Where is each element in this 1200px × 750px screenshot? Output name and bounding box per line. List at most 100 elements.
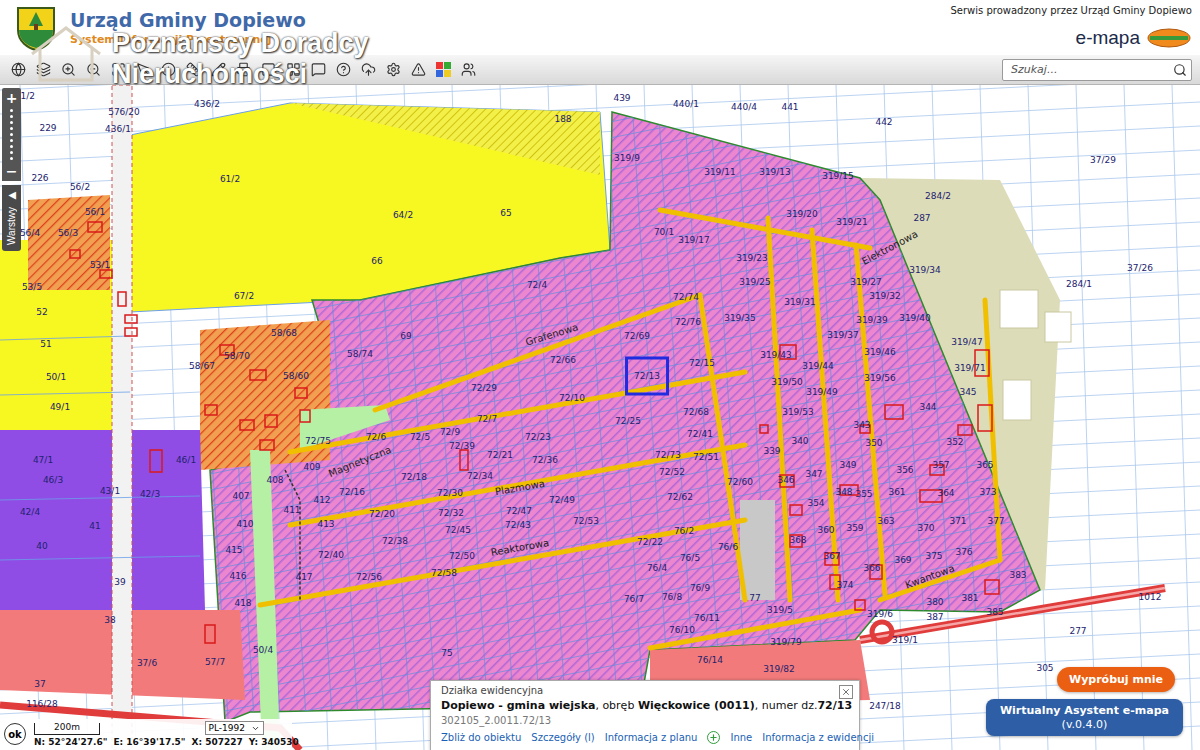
parcel-label[interactable]: 72/29 xyxy=(471,384,497,393)
parcel-label[interactable]: 385 xyxy=(986,608,1003,617)
parcel-label[interactable]: 229 xyxy=(39,124,56,133)
parcel-label[interactable]: 76/2 xyxy=(674,527,694,536)
parcel-label[interactable]: 319/50 xyxy=(771,378,803,387)
parcel-label[interactable]: 58/68 xyxy=(271,329,297,338)
tool-button[interactable] xyxy=(208,59,229,80)
parcel-label[interactable]: 72/39 xyxy=(449,442,475,451)
parcel-label[interactable]: 361 xyxy=(888,488,905,497)
parcel-label[interactable]: 365 xyxy=(976,461,993,470)
parcel-label[interactable]: 56/4 xyxy=(20,229,40,238)
parcel-label[interactable]: 72/6 xyxy=(366,433,386,442)
parcel-label[interactable]: 366 xyxy=(863,564,880,573)
parcel-label[interactable]: 58/70 xyxy=(224,352,250,361)
parcel-label[interactable]: 381 xyxy=(961,594,978,603)
parcel-label[interactable]: 348 xyxy=(835,488,852,497)
parcel-label[interactable]: 72/52 xyxy=(659,468,685,477)
parcel-label[interactable]: 37/29 xyxy=(1090,156,1116,165)
parcel-label[interactable]: 357 xyxy=(932,461,949,470)
tool-button[interactable] xyxy=(308,59,329,80)
parcel-label[interactable]: 72/49 xyxy=(549,496,575,505)
parcel-label[interactable]: 46/3 xyxy=(43,476,63,485)
tool-button[interactable] xyxy=(233,59,254,80)
parcel-label[interactable]: 72/68 xyxy=(683,408,709,417)
parcel-label[interactable]: 72/20 xyxy=(369,510,395,519)
parcel-label[interactable]: 412 xyxy=(313,496,330,505)
parcel-label[interactable]: 72/23 xyxy=(525,433,551,442)
parcel-label[interactable]: 364 xyxy=(937,489,954,498)
parcel-label[interactable]: 344 xyxy=(919,403,936,412)
parcel-label[interactable]: 319/53 xyxy=(782,408,814,417)
parcel-label[interactable]: 363 xyxy=(877,517,894,526)
parcel-label[interactable]: 53/5 xyxy=(22,283,42,292)
parcel-label[interactable]: 319/5 xyxy=(767,606,793,615)
parcel-label[interactable]: 339 xyxy=(763,447,780,456)
parcel-label[interactable]: 61/2 xyxy=(220,175,240,184)
parcel-label[interactable]: 319/46 xyxy=(864,348,896,357)
parcel-label[interactable]: 58/60 xyxy=(283,372,309,381)
parcel-label[interactable]: 72/47 xyxy=(506,507,532,516)
parcel-label[interactable]: 72/75 xyxy=(305,437,331,446)
parcel-label[interactable]: 319/34 xyxy=(909,266,941,275)
parcel-label[interactable]: 367 xyxy=(823,552,840,561)
parcel-label[interactable]: 72/36 xyxy=(532,456,558,465)
parcel-label[interactable]: 387 xyxy=(926,613,943,622)
parcel-label[interactable]: 72/21 xyxy=(487,451,513,460)
parcel-label[interactable]: 417 xyxy=(295,573,312,582)
parcel-label[interactable]: 72/73 xyxy=(655,451,681,460)
parcel-label[interactable]: 76/7 xyxy=(624,595,644,604)
map-area[interactable]: 411/2436/2576/20229436/1188439440/1440/4… xyxy=(0,85,1200,750)
parcel-label[interactable]: 369 xyxy=(894,556,911,565)
parcel-label[interactable]: 319/82 xyxy=(763,665,795,674)
search-input[interactable] xyxy=(1009,62,1173,77)
parcel-label[interactable]: 319/47 xyxy=(951,338,983,347)
zoom-in-button[interactable]: + xyxy=(3,90,20,106)
tool-button[interactable] xyxy=(158,59,179,80)
parcel-label[interactable]: 347 xyxy=(805,470,822,479)
tool-button[interactable] xyxy=(183,59,204,80)
parcel-label[interactable]: 76/14 xyxy=(697,656,723,665)
parcel-label[interactable]: 436/1 xyxy=(105,125,131,134)
parcel-label[interactable]: 41 xyxy=(89,522,100,531)
parcel-label[interactable]: 72/50 xyxy=(449,552,475,561)
parcel-label[interactable]: 247/18 xyxy=(869,702,901,711)
parcel-label[interactable]: 376 xyxy=(955,548,972,557)
parcel-label[interactable]: 319/17 xyxy=(678,236,710,245)
parcel-label[interactable]: 72/76 xyxy=(675,318,701,327)
parcel-label[interactable]: 319/44 xyxy=(802,362,834,371)
parcel-label[interactable]: 72/53 xyxy=(573,517,599,526)
zoom-level-dot[interactable] xyxy=(10,109,13,112)
parcel-label[interactable]: 72/38 xyxy=(382,537,408,546)
parcel-label[interactable]: 319/56 xyxy=(864,374,896,383)
parcel-label[interactable]: 377 xyxy=(987,517,1004,526)
popup-link[interactable]: Szczegóły (l) xyxy=(531,732,594,743)
parcel-label[interactable]: 380 xyxy=(926,598,943,607)
parcel-label[interactable]: 319/1 xyxy=(892,636,918,645)
tool-button[interactable] xyxy=(83,59,104,80)
parcel-label[interactable]: 72/45 xyxy=(445,526,471,535)
zoom-level-dot[interactable] xyxy=(10,139,13,142)
parcel-label[interactable]: 70/1 xyxy=(654,228,674,237)
parcel-label[interactable]: 72/5 xyxy=(410,433,430,442)
parcel-label[interactable]: 305 xyxy=(1036,664,1053,673)
parcel-label[interactable]: 441 xyxy=(781,103,798,112)
selected-parcel[interactable]: 72/13 xyxy=(625,357,669,396)
parcel-label[interactable]: 319/27 xyxy=(850,278,882,287)
parcel-label[interactable]: 340 xyxy=(791,437,808,446)
parcel-label[interactable]: 53/1 xyxy=(90,261,110,270)
parcel-label[interactable]: 72/74 xyxy=(673,293,699,302)
parcel-label[interactable]: 43/1 xyxy=(100,487,120,496)
parcel-label[interactable]: 355 xyxy=(855,490,872,499)
parcel-label[interactable]: 418 xyxy=(234,599,251,608)
zoom-level-dot[interactable] xyxy=(10,121,13,124)
parcel-label[interactable]: 287 xyxy=(913,214,930,223)
parcel-label[interactable]: 76/11 xyxy=(694,614,720,623)
parcel-label[interactable]: 375 xyxy=(925,552,942,561)
map-canvas[interactable] xyxy=(0,85,1200,750)
parcel-label[interactable]: 407 xyxy=(232,492,249,501)
parcel-label[interactable]: 319/21 xyxy=(836,218,868,227)
parcel-label[interactable]: 72/25 xyxy=(615,417,641,426)
parcel-label[interactable]: 277 xyxy=(1069,627,1086,636)
crs-select[interactable]: PL-1992 xyxy=(205,721,264,735)
parcel-label[interactable]: 383 xyxy=(1009,571,1026,580)
parcel-label[interactable]: 319/15 xyxy=(822,172,854,181)
